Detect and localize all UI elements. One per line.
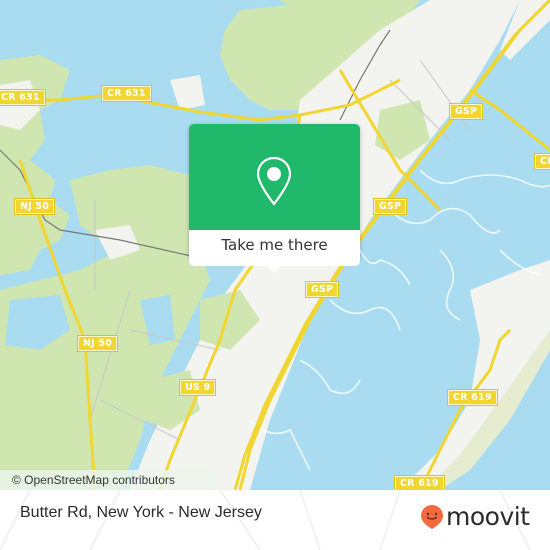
moovit-smile-pin-icon: [421, 505, 443, 529]
popup-header: [189, 124, 360, 230]
footer-bar: Butter Rd, New York - New Jersey moovit: [0, 490, 550, 550]
road-shield-gsp-north: GSP: [450, 104, 483, 119]
road-shield-cr-619-north: CR 619: [448, 390, 497, 405]
moovit-wordmark: moovit: [446, 502, 530, 531]
road-shield-gsp-south: GSP: [306, 282, 339, 297]
road-shield-cr-631-west: CR 631: [0, 90, 45, 105]
road-shield-cr-631-center: CR 631: [102, 86, 151, 101]
take-me-there-button[interactable]: Take me there: [189, 230, 360, 266]
map-view[interactable]: CR 631 CR 631 GSP CR NJ 50 GSP GSP NJ 50…: [0, 0, 550, 490]
road-shield-gsp-middle: GSP: [374, 199, 407, 214]
popup-pointer: [265, 264, 283, 273]
road-shield-nj-50-north: NJ 50: [15, 199, 55, 214]
location-popup: Take me there: [189, 124, 360, 273]
road-shield-cr-east-edge: CR: [535, 154, 550, 169]
road-shield-cr-619-south: CR 619: [395, 476, 444, 490]
road-shield-us-9: US 9: [180, 380, 216, 395]
location-title: Butter Rd, New York - New Jersey: [20, 504, 262, 521]
map-attribution[interactable]: © OpenStreetMap contributors: [0, 470, 215, 490]
moovit-logo[interactable]: moovit: [420, 504, 530, 530]
road-shield-nj-50-south: NJ 50: [78, 336, 118, 351]
location-pin-icon: [256, 156, 292, 206]
